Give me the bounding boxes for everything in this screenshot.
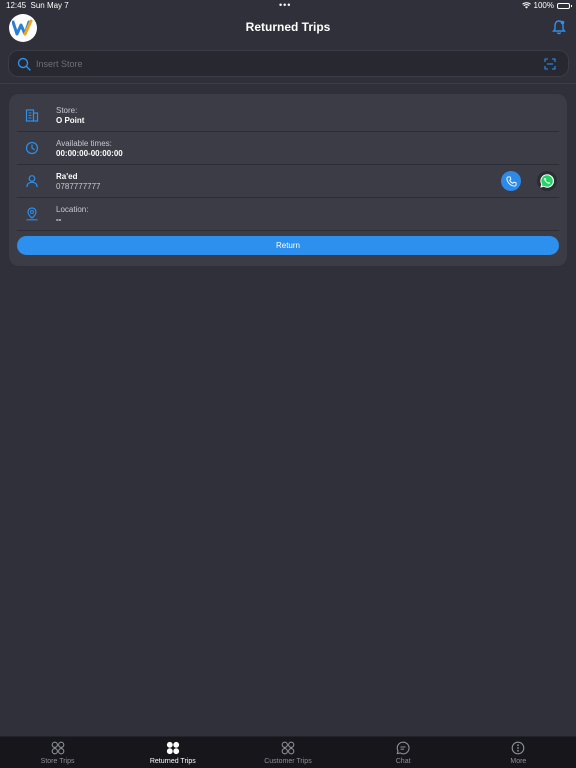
location-value: -- xyxy=(56,215,62,224)
search-bar xyxy=(8,50,569,77)
grid-circles-icon xyxy=(51,741,64,755)
header: Returned Trips xyxy=(0,12,576,44)
status-time: 12:45 Sun May 7 xyxy=(6,1,69,10)
tab-label: More xyxy=(510,758,527,765)
store-row: Store: O Point xyxy=(17,99,559,132)
clock-icon xyxy=(23,139,41,157)
status-time-text: 12:45 xyxy=(6,1,27,10)
tab-label: Returned Trips xyxy=(149,758,196,765)
location-label: Location: xyxy=(56,205,89,214)
tab-chat[interactable]: Chat xyxy=(346,737,461,768)
contact-name: Ra'ed xyxy=(56,172,78,181)
store-value: O Point xyxy=(56,116,85,125)
building-icon xyxy=(23,106,41,124)
battery-icon xyxy=(557,2,572,9)
times-label: Available times: xyxy=(56,139,112,148)
return-button[interactable]: Return xyxy=(17,236,559,255)
location-row: Location: -- xyxy=(17,198,559,231)
status-date-text: Sun May 7 xyxy=(30,1,69,10)
status-bar: 12:45 Sun May 7 ••• 100% xyxy=(0,0,576,12)
tab-label: Customer Trips xyxy=(264,758,312,765)
search-input[interactable] xyxy=(36,55,516,73)
status-right: 100% xyxy=(521,1,572,10)
tab-bar: Store Trips Returned Trips Customer Trip… xyxy=(0,736,576,768)
contact-phone: 0787777777 xyxy=(56,182,101,191)
header-divider xyxy=(0,83,576,84)
user-icon xyxy=(23,172,41,190)
grid-circles-filled-icon xyxy=(166,741,179,755)
tab-label: Store Trips xyxy=(40,758,75,765)
battery-percent: 100% xyxy=(533,1,554,10)
more-dots-icon xyxy=(511,741,525,755)
times-value: 00:00:00-00:00:00 xyxy=(56,149,123,158)
wifi-icon xyxy=(521,2,531,9)
tab-customer-trips[interactable]: Customer Trips xyxy=(230,737,345,768)
call-button[interactable] xyxy=(501,171,521,191)
tab-more[interactable]: More xyxy=(461,737,576,768)
multitask-dots[interactable]: ••• xyxy=(279,0,291,10)
times-row: Available times: 00:00:00-00:00:00 xyxy=(17,132,559,165)
chat-bubble-icon xyxy=(396,741,410,755)
tab-label: Chat xyxy=(395,758,411,765)
scan-icon[interactable] xyxy=(544,58,556,70)
trip-card: Store: O Point Available times: 00:00:00… xyxy=(9,94,567,266)
tab-returned-trips[interactable]: Returned Trips xyxy=(115,737,230,768)
phone-icon xyxy=(505,175,517,187)
whatsapp-icon xyxy=(540,174,555,188)
bell-icon[interactable] xyxy=(552,19,566,35)
whatsapp-button[interactable] xyxy=(537,171,557,191)
page-title: Returned Trips xyxy=(245,20,331,34)
location-pin-icon xyxy=(23,205,41,223)
search-icon xyxy=(17,57,31,71)
contact-row: Ra'ed 0787777777 xyxy=(17,165,559,198)
grid-circles-icon xyxy=(281,741,295,755)
tab-store-trips[interactable]: Store Trips xyxy=(0,737,115,768)
store-label: Store: xyxy=(56,106,78,115)
